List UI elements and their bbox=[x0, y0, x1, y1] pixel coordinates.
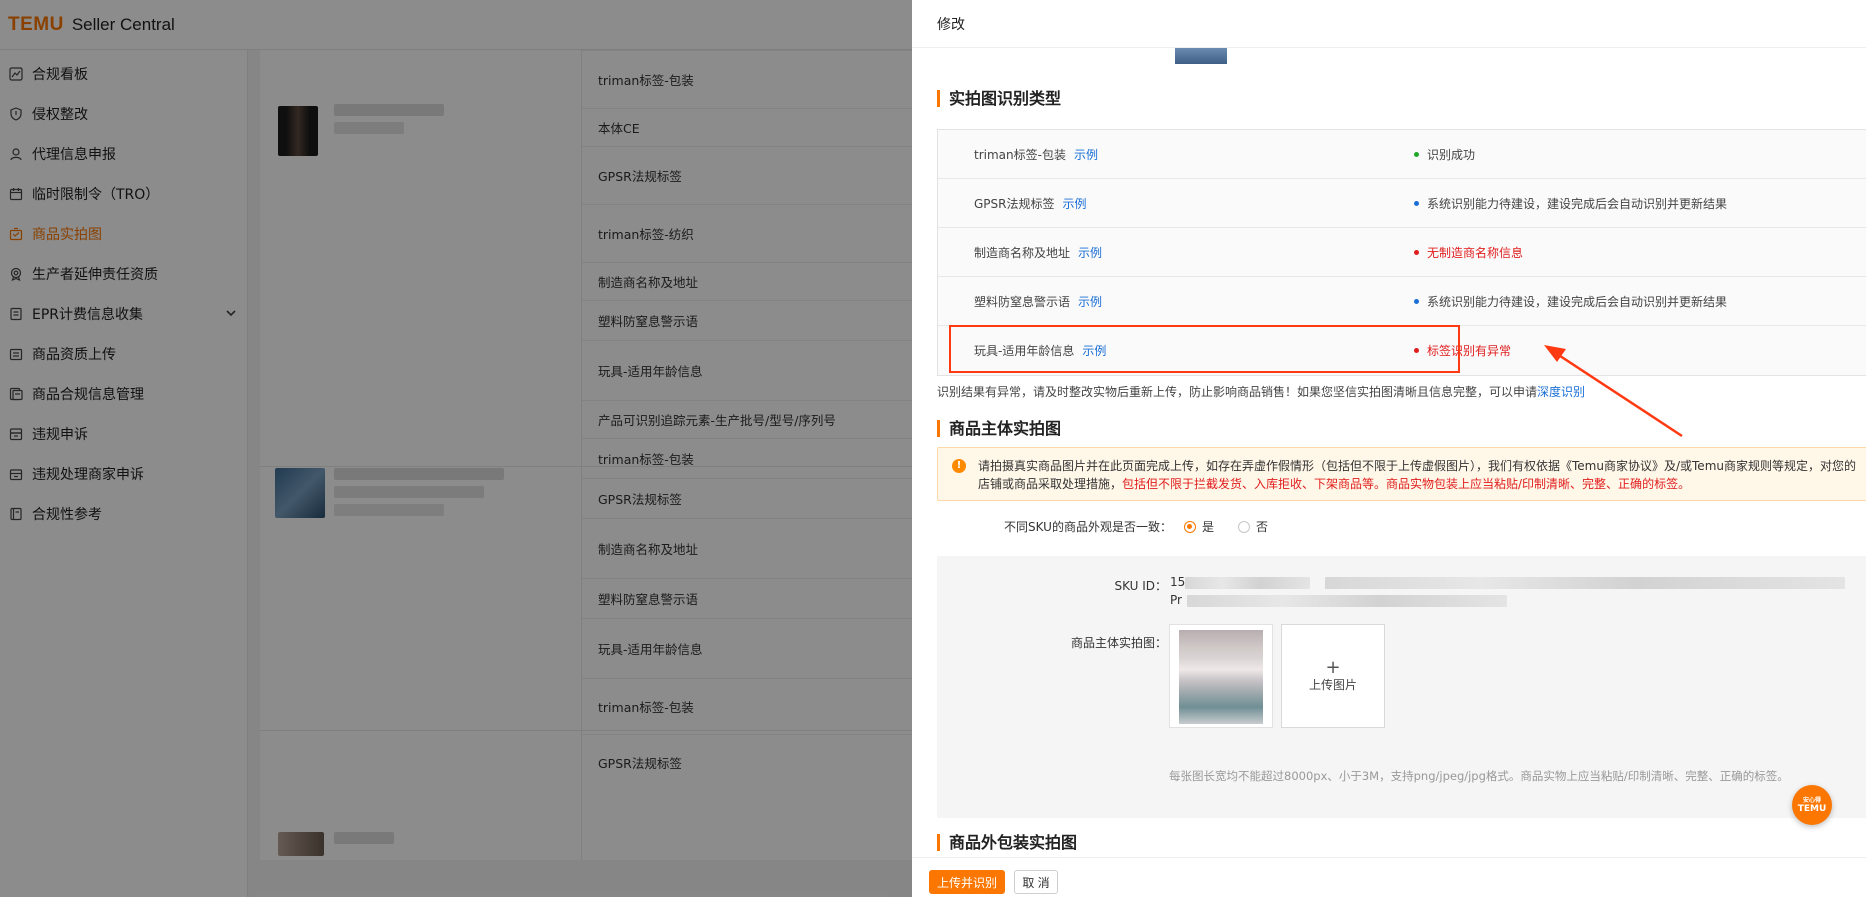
deep-identify-link[interactable]: 深度识别 bbox=[1537, 385, 1585, 399]
identify-type-name: GPSR法规标签 示例 bbox=[974, 195, 1087, 212]
main-photo-label: 商品主体实拍图： bbox=[1070, 636, 1167, 650]
warning-line-2a: 店铺或商品采取处理措施， bbox=[978, 477, 1123, 491]
warning-line-1: 请拍摄真实商品图片并在此页面完成上传，如存在弄虚作假情形（包括但不限于上传虚假图… bbox=[978, 459, 1856, 473]
main-photo-thumbnail[interactable] bbox=[1169, 624, 1273, 728]
identify-type-name: 塑料防窒息警示语 示例 bbox=[974, 293, 1102, 310]
drawer-body: 实拍图识别类型 triman标签-包装 示例 识别成功 GPSR法规标签 示例 系统识别能… bbox=[912, 48, 1866, 857]
example-link[interactable]: 示例 bbox=[1078, 246, 1102, 260]
identify-note-text: 识别结果有异常，请及时整改实物后重新上传，防止影响商品销售！如果您坚信实拍图清晰… bbox=[937, 385, 1538, 399]
plus-icon: + bbox=[1325, 656, 1341, 678]
radio-yes-label[interactable]: 是 bbox=[1202, 518, 1214, 535]
warning-icon: ! bbox=[952, 459, 966, 473]
identify-status-text: 无制造商名称信息 bbox=[1427, 245, 1524, 260]
sku-id-blur bbox=[1325, 577, 1845, 589]
modal-overlay[interactable] bbox=[0, 0, 912, 897]
badge-top-text: 安心得 bbox=[1802, 796, 1821, 804]
identify-type-name: 制造商名称及地址 示例 bbox=[974, 244, 1102, 261]
sku-id-label: SKU ID： bbox=[1114, 579, 1167, 593]
identify-row: 制造商名称及地址 示例 无制造商名称信息 bbox=[938, 228, 1866, 277]
identify-type-label: 制造商名称及地址 bbox=[974, 245, 1071, 260]
sku-property-prefix: Pr bbox=[1170, 593, 1182, 607]
edit-drawer: 修改 实拍图识别类型 triman标签-包装 示例 识别成功 GPSR法规标签 示例 系统… bbox=[912, 0, 1866, 897]
identify-status: 识别成功 bbox=[1414, 146, 1475, 163]
example-link[interactable]: 示例 bbox=[1063, 197, 1087, 211]
sku-property-blur bbox=[1187, 595, 1507, 607]
identify-status: 系统识别能力待建设，建设完成后会自动识别并更新结果 bbox=[1414, 293, 1727, 310]
identify-status: 系统识别能力待建设，建设完成后会自动识别并更新结果 bbox=[1414, 195, 1727, 212]
status-dot-icon bbox=[1414, 298, 1419, 304]
upload-and-identify-button[interactable]: 上传并识别 bbox=[929, 870, 1006, 894]
drawer-footer: 上传并识别 取 消 bbox=[912, 857, 1866, 897]
section-title-package-photo: 商品外包装实拍图 bbox=[937, 834, 1077, 851]
sku-id-value-prefix: 15 bbox=[1170, 575, 1186, 589]
status-dot-icon bbox=[1414, 249, 1419, 255]
cancel-button[interactable]: 取 消 bbox=[1014, 870, 1058, 894]
identify-note: 识别结果有异常，请及时整改实物后重新上传，防止影响商品销售！如果您坚信实拍图清晰… bbox=[937, 383, 1585, 400]
identify-status-text: 系统识别能力待建设，建设完成后会自动识别并更新结果 bbox=[1427, 294, 1728, 309]
example-link[interactable]: 示例 bbox=[1074, 148, 1098, 162]
sku-id-blur bbox=[1185, 577, 1310, 589]
status-dot-icon bbox=[1414, 200, 1419, 206]
temu-assistant-badge[interactable]: 安心得 TEMU bbox=[1792, 785, 1832, 825]
warning-line-2b: 包括但不限于拦截发货、入库拒收、下架商品等。商品实物包装上应当粘贴/印制清晰、完… bbox=[1122, 477, 1691, 491]
section-title-identify: 实拍图识别类型 bbox=[937, 90, 1061, 107]
drawer-title: 修改 bbox=[912, 0, 1866, 48]
upload-hint: 每张图长宽均不能超过8000px、小于3M，支持png/jpeg/jpg格式。商… bbox=[1169, 769, 1789, 783]
upload-image-button[interactable]: + 上传图片 bbox=[1281, 624, 1385, 728]
status-dot-icon bbox=[1414, 151, 1419, 157]
radio-no-label[interactable]: 否 bbox=[1256, 518, 1268, 535]
warning-banner: ! 请拍摄真实商品图片并在此页面完成上传，如存在弄虚作假情形（包括但不限于上传虚… bbox=[937, 447, 1866, 501]
identify-status-text: 识别成功 bbox=[1427, 147, 1476, 162]
warning-line-2: 店铺或商品采取处理措施，包括但不限于拦截发货、入库拒收、下架商品等。商品实物包装… bbox=[978, 475, 1866, 493]
uploaded-image-thumbnail[interactable] bbox=[1175, 48, 1227, 64]
identify-type-label: GPSR法规标签 bbox=[974, 196, 1055, 211]
upload-image-label: 上传图片 bbox=[1308, 677, 1357, 692]
main-photo-image bbox=[1179, 630, 1263, 724]
identify-type-name: triman标签-包装 示例 bbox=[974, 146, 1098, 163]
anomaly-highlight-box bbox=[949, 325, 1460, 373]
identify-row: 塑料防窒息警示语 示例 系统识别能力待建设，建设完成后会自动识别并更新结果 bbox=[938, 277, 1866, 326]
identify-status: 无制造商名称信息 bbox=[1414, 244, 1523, 261]
identify-row: GPSR法规标签 示例 系统识别能力待建设，建设完成后会自动识别并更新结果 bbox=[938, 179, 1866, 228]
section-title-main-photo: 商品主体实拍图 bbox=[937, 420, 1061, 437]
sku-question-label: 不同SKU的商品外观是否一致： bbox=[1004, 520, 1172, 534]
badge-bottom-text: TEMU bbox=[1797, 803, 1827, 814]
example-link[interactable]: 示例 bbox=[1078, 295, 1102, 309]
identify-type-label: 塑料防窒息警示语 bbox=[974, 294, 1071, 309]
identify-status-text: 系统识别能力待建设，建设完成后会自动识别并更新结果 bbox=[1427, 196, 1728, 211]
sku-consistency-question: 不同SKU的商品外观是否一致： 是 否 bbox=[1004, 518, 1268, 535]
radio-yes[interactable] bbox=[1183, 520, 1196, 533]
identify-row: triman标签-包装 示例 识别成功 bbox=[938, 130, 1866, 179]
radio-no[interactable] bbox=[1237, 520, 1250, 533]
identify-type-label: triman标签-包装 bbox=[974, 147, 1066, 162]
